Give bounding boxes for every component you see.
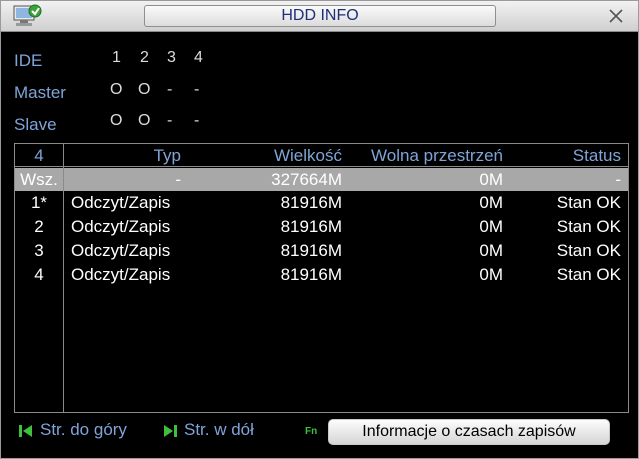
header-count: 4 [34, 146, 44, 165]
hdd-monitor-icon [13, 4, 42, 26]
master-port-4: - [194, 81, 200, 98]
cell-disk: Wsz. [20, 170, 58, 189]
table-header: 4 Typ Wielkość Wolna przestrzeń Status [15, 144, 628, 167]
cell-type: Odczyt/Zapis [71, 217, 171, 236]
slave-port-2: O [138, 112, 151, 129]
cell-size: 81916M [280, 241, 342, 260]
master-port-1: O [110, 81, 123, 98]
hdd-table: 4 Typ Wielkość Wolna przestrzeń Status W… [14, 143, 629, 413]
cell-type: Odczyt/Zapis [71, 265, 171, 284]
skip-forward-icon [164, 424, 177, 437]
cell-disk: 4 [34, 265, 44, 284]
cell-disk: 1* [30, 193, 48, 212]
slave-port-3: - [167, 112, 173, 129]
fn-key-hint: Fn [305, 426, 318, 437]
cell-free: 0M [479, 265, 503, 284]
cell-status: Stan OK [556, 193, 621, 212]
table-row[interactable]: 4 Odczyt/Zapis 81916M 0M Stan OK [15, 263, 628, 286]
header-status: Status [572, 146, 621, 165]
table-row[interactable]: 2 Odczyt/Zapis 81916M 0M Stan OK [15, 215, 628, 238]
page-down-label: Str. w dół [184, 420, 254, 439]
port-4: 4 [194, 49, 203, 66]
port-2: 2 [140, 49, 149, 66]
port-3: 3 [167, 49, 176, 66]
cell-size: 81916M [280, 193, 342, 212]
master-label: Master [14, 83, 66, 102]
cell-status: Stan OK [556, 217, 621, 236]
header-size: Wielkość [273, 146, 342, 165]
cell-status: Stan OK [556, 265, 621, 284]
slave-label: Slave [14, 115, 57, 134]
cell-size: 81916M [280, 217, 342, 236]
cell-size: 81916M [280, 265, 342, 284]
column-divider [63, 144, 64, 412]
cell-free: 0M [479, 170, 503, 189]
cell-free: 0M [479, 241, 503, 260]
ide-label: IDE [14, 51, 43, 70]
cell-status: Stan OK [556, 241, 621, 260]
page-up-button[interactable]: Str. do góry [18, 419, 127, 441]
cell-free: 0M [479, 217, 503, 236]
cell-disk: 3 [34, 241, 44, 260]
cell-disk: 2 [34, 217, 44, 236]
header-free-space: Wolna przestrzeń [371, 146, 503, 165]
slave-port-4: - [194, 112, 200, 129]
cell-free: 0M [479, 193, 503, 212]
record-times-info-button[interactable]: Informacje o czasach zapisów [328, 419, 610, 445]
cell-status: - [615, 170, 621, 189]
title-bar: HDD INFO [1, 1, 638, 32]
window-title: HDD INFO [144, 5, 496, 27]
table-row[interactable]: 1* Odczyt/Zapis 81916M 0M Stan OK [15, 191, 628, 214]
cell-size: 327664M [271, 170, 342, 189]
cell-type: - [175, 170, 181, 189]
table-row[interactable]: 3 Odczyt/Zapis 81916M 0M Stan OK [15, 239, 628, 262]
skip-back-icon [19, 424, 32, 437]
close-icon[interactable] [605, 5, 627, 27]
page-up-label: Str. do góry [40, 420, 127, 439]
table-row-all[interactable]: Wsz. - 327664M 0M - [15, 168, 628, 191]
header-type: Typ [153, 146, 181, 165]
header-divider [15, 166, 628, 167]
hdd-info-window: HDD INFO IDE 1 2 3 4 Master O O - - Slav… [0, 0, 639, 459]
page-down-button[interactable]: Str. w dół [162, 419, 254, 441]
cell-type: Odczyt/Zapis [71, 241, 171, 260]
master-port-2: O [138, 81, 151, 98]
master-port-3: - [167, 81, 173, 98]
port-1: 1 [112, 49, 121, 66]
cell-type: Odczyt/Zapis [71, 193, 171, 212]
slave-port-1: O [110, 112, 123, 129]
